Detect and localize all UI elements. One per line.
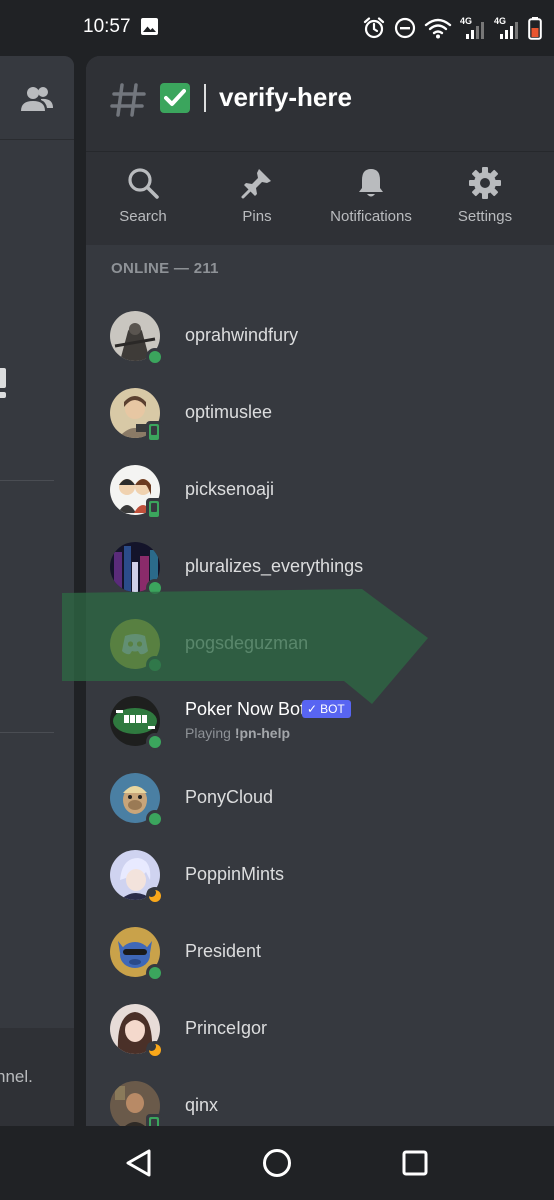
member-name: qinx xyxy=(185,1095,219,1115)
online-status-indicator xyxy=(146,964,164,982)
settings-button[interactable]: Settings xyxy=(430,166,540,236)
section-title-online: ONLINE — 211 xyxy=(111,260,219,277)
member-name: oprahwindfury xyxy=(185,325,299,345)
battery-icon xyxy=(528,17,542,40)
member-name: PonyCloud xyxy=(185,787,274,807)
notifications-button[interactable]: Notifications xyxy=(316,166,426,236)
signal-4g-icon xyxy=(466,22,484,39)
gear-icon xyxy=(469,167,501,199)
image-icon xyxy=(141,18,158,35)
member-item[interactable]: PoppinMints xyxy=(86,850,554,927)
pins-label: Pins xyxy=(242,208,272,225)
channel-toolbar: Search Pins Notifications Settings xyxy=(86,152,554,245)
status-icons: 4G 4G xyxy=(362,13,542,43)
screen: 10:57 4G 4G nnel. verify-here Search Pin… xyxy=(0,0,554,1200)
pin-icon xyxy=(241,169,271,199)
recents-square-icon[interactable] xyxy=(398,1146,432,1180)
do-not-disturb-icon xyxy=(394,17,416,39)
member-list: ONLINE — 211 oprahwindfury optimuslee pi… xyxy=(86,245,554,1200)
search-button[interactable]: Search xyxy=(88,166,198,236)
mobile-online-indicator xyxy=(146,498,162,520)
member-name: PrinceIgor xyxy=(185,1018,268,1038)
hash-icon xyxy=(110,83,146,117)
member-name: PoppinMints xyxy=(185,864,285,884)
channel-name: verify-here xyxy=(219,82,352,112)
member-name: optimuslee xyxy=(185,402,273,422)
member-item[interactable]: oprahwindfury xyxy=(86,311,554,388)
member-name: picksenoaji xyxy=(185,479,275,499)
mobile-online-indicator xyxy=(146,421,162,443)
member-item[interactable]: PonyCloud xyxy=(86,773,554,850)
home-circle-icon[interactable] xyxy=(260,1146,294,1180)
online-status-indicator xyxy=(146,810,164,828)
system-navigation-bar xyxy=(0,1126,554,1200)
partial-exclamation-mark xyxy=(0,368,6,398)
signal-4g-1: 4G xyxy=(460,16,486,40)
settings-label: Settings xyxy=(457,208,513,225)
check-mark-emoji-icon xyxy=(160,83,190,113)
online-status-indicator xyxy=(146,733,164,751)
status-bar: 10:57 4G 4G xyxy=(0,0,554,56)
member-activity: Playing !pn-help xyxy=(185,725,291,741)
notifications-label: Notifications xyxy=(330,208,412,225)
alarm-icon xyxy=(363,17,385,39)
member-name: pluralizes_everythings xyxy=(185,556,364,576)
signal-4g-2: 4G xyxy=(494,16,520,40)
members-icon[interactable] xyxy=(20,84,54,114)
bell-icon xyxy=(359,169,383,197)
title-separator xyxy=(204,84,206,112)
wifi-icon xyxy=(424,18,452,39)
divider xyxy=(0,732,54,733)
search-label: Search xyxy=(119,208,167,225)
member-item[interactable]: picksenoaji xyxy=(86,465,554,542)
idle-status-indicator xyxy=(146,887,164,905)
search-icon xyxy=(128,168,159,199)
back-triangle-icon[interactable] xyxy=(122,1146,156,1180)
online-status-indicator xyxy=(146,348,164,366)
member-item[interactable]: optimuslee xyxy=(86,388,554,465)
highlight-arrow xyxy=(62,589,428,704)
channel-header: verify-here xyxy=(86,56,554,152)
pins-button[interactable]: Pins xyxy=(202,166,312,236)
idle-status-indicator xyxy=(146,1041,164,1059)
status-time: 10:57 xyxy=(83,16,131,37)
background-footer-text: nnel. xyxy=(0,1067,33,1086)
member-item[interactable]: President xyxy=(86,927,554,1004)
member-item[interactable]: PrinceIgor xyxy=(86,1004,554,1081)
divider xyxy=(0,480,54,481)
background-panel-header xyxy=(0,56,74,140)
member-name: President xyxy=(185,941,262,961)
signal-4g-icon xyxy=(500,22,518,39)
